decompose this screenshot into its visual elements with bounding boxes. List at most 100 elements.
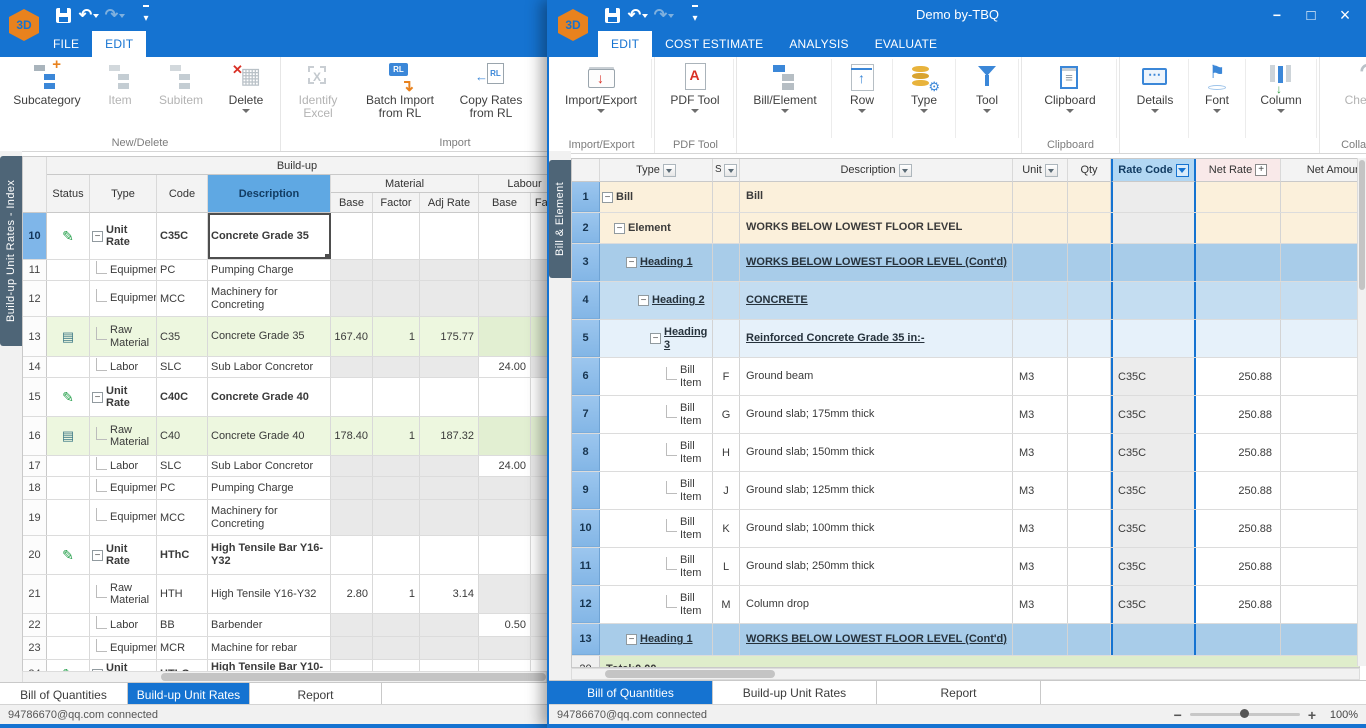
collapse-icon[interactable] — [638, 295, 649, 306]
column-header-type[interactable]: Type — [600, 159, 713, 182]
row-number[interactable]: 13 — [572, 624, 600, 655]
customize-toolbar-icon[interactable] — [684, 4, 706, 26]
ribbon-button-copy-rates-from-other-project[interactable]: Copy Rates from Other Project — [535, 59, 547, 136]
collapse-icon[interactable] — [92, 231, 103, 242]
tab-edit[interactable]: EDIT — [92, 31, 146, 57]
customize-toolbar-icon[interactable] — [135, 4, 157, 26]
ribbon-button-copy-rates-from-rl[interactable]: Copy Rates from RL — [447, 59, 535, 136]
row-number[interactable]: 3 — [572, 244, 600, 281]
row-number[interactable]: 2 — [572, 213, 600, 243]
zoom-out-icon[interactable]: − — [1174, 707, 1182, 723]
expand-column-icon[interactable] — [1255, 164, 1267, 176]
redo-icon[interactable] — [653, 4, 675, 26]
ribbon-button-bill-element[interactable]: Bill/Element — [739, 59, 832, 138]
collapse-icon[interactable] — [614, 223, 625, 234]
right-vscroll-thumb[interactable] — [1359, 160, 1365, 290]
right-hscroll-thumb[interactable] — [605, 670, 775, 678]
collapse-icon[interactable] — [92, 392, 103, 403]
redo-icon[interactable] — [104, 4, 126, 26]
zoom-in-icon[interactable]: + — [1308, 707, 1316, 723]
ribbon-button-clipboard[interactable]: Clipboard — [1024, 59, 1117, 138]
row-number[interactable]: 12 — [23, 281, 47, 316]
column-header-factor[interactable]: Factor — [373, 193, 420, 213]
row-number[interactable]: 5 — [572, 320, 600, 357]
ribbon-button-font[interactable]: Font — [1189, 59, 1246, 138]
column-header-type[interactable]: Type — [90, 175, 157, 213]
zoom-slider[interactable] — [1190, 713, 1300, 716]
side-tab-bill-and-element[interactable]: Bill & Element — [549, 160, 571, 278]
row-number[interactable]: 10 — [572, 510, 600, 547]
row-number[interactable]: 4 — [572, 282, 600, 319]
minimize-icon[interactable] — [1264, 4, 1290, 26]
row-number[interactable]: 7 — [572, 396, 600, 433]
row-number[interactable]: 10 — [23, 213, 47, 259]
filter-dropdown-icon[interactable] — [1045, 164, 1058, 177]
row-number[interactable]: 11 — [572, 548, 600, 585]
collapse-icon[interactable] — [626, 634, 637, 645]
row-number[interactable]: 1 — [572, 182, 600, 212]
row-number[interactable]: 17 — [23, 456, 47, 476]
save-icon[interactable] — [52, 4, 74, 26]
row-number[interactable]: 11 — [23, 260, 47, 280]
row-number[interactable]: 8 — [572, 434, 600, 471]
column-header-base[interactable]: Base — [479, 193, 531, 213]
collapse-icon[interactable] — [626, 257, 637, 268]
view-tab-build-up-unit-rates[interactable]: Build-up Unit Rates — [713, 681, 877, 706]
column-header-net-amount[interactable]: Net Amount — [1281, 159, 1360, 182]
column-header-description[interactable]: Description — [740, 159, 1013, 182]
ribbon-button-import-export[interactable]: Import/Export — [551, 59, 652, 138]
filter-dropdown-icon[interactable] — [724, 164, 737, 177]
row-number[interactable]: 9 — [572, 472, 600, 509]
column-header-factor[interactable]: Factor — [531, 193, 547, 213]
view-tab-report[interactable]: Report — [877, 681, 1041, 706]
undo-icon[interactable] — [78, 4, 100, 26]
filter-funnel-icon[interactable] — [1176, 164, 1189, 177]
ribbon-button-batch-import-from-rl[interactable]: Batch Import from RL — [353, 59, 447, 136]
maximize-icon[interactable] — [1298, 4, 1324, 26]
column-header-qty[interactable]: Qty — [1068, 159, 1111, 182]
zoom-slider-handle[interactable] — [1240, 709, 1249, 718]
column-header-rate-code[interactable]: Rate Code — [1111, 159, 1196, 182]
collapse-icon[interactable] — [92, 550, 103, 561]
row-number[interactable]: 22 — [23, 614, 47, 636]
column-header-status[interactable]: Status — [47, 175, 90, 213]
column-header-net-rate[interactable]: Net Rate — [1196, 159, 1281, 182]
right-horizontal-scrollbar[interactable] — [571, 668, 1360, 680]
side-tab-buildup-unit-rates-index[interactable]: Build-up Unit Rates - Index — [0, 156, 22, 346]
tab-cost-estimate[interactable]: COST ESTIMATE — [652, 31, 776, 57]
tab-edit[interactable]: EDIT — [598, 31, 652, 57]
ribbon-button-pdf-tool[interactable]: PDF Tool — [657, 59, 734, 138]
row-number[interactable]: 19 — [23, 500, 47, 535]
column-header-s-n[interactable]: S/N — [713, 159, 740, 182]
ribbon-button-subcategory[interactable]: Subcategory — [2, 59, 92, 136]
column-header-description[interactable]: Description — [208, 175, 331, 213]
ribbon-button-tool[interactable]: Tool — [956, 59, 1019, 138]
close-icon[interactable] — [1332, 4, 1358, 26]
right-vertical-scrollbar[interactable] — [1357, 158, 1366, 666]
save-icon[interactable] — [601, 4, 623, 26]
column-header-unit[interactable]: Unit — [1013, 159, 1068, 182]
tab-file[interactable]: FILE — [40, 31, 92, 57]
row-number[interactable]: 14 — [23, 357, 47, 377]
view-tab-bill-of-quantities[interactable]: Bill of Quantities — [549, 681, 713, 706]
column-header-adj-rate[interactable]: Adj Rate — [420, 193, 479, 213]
row-number[interactable]: 20 — [23, 536, 47, 574]
row-number[interactable]: 15 — [23, 378, 47, 416]
row-number[interactable]: 21 — [23, 575, 47, 613]
description-cell[interactable]: Concrete Grade 35 — [208, 213, 331, 259]
filter-dropdown-icon[interactable] — [663, 164, 676, 177]
collapse-icon[interactable] — [650, 333, 661, 344]
row-number[interactable]: 23 — [23, 637, 47, 659]
undo-icon[interactable] — [627, 4, 649, 26]
left-hscroll-thumb[interactable] — [161, 673, 546, 681]
tab-evaluate[interactable]: EVALUATE — [862, 31, 951, 57]
ribbon-button-details[interactable]: Details — [1122, 59, 1189, 138]
tab-analysis[interactable]: ANALYSIS — [776, 31, 861, 57]
collapse-icon[interactable] — [602, 192, 613, 203]
row-number[interactable]: 18 — [23, 477, 47, 499]
column-header-base[interactable]: Base — [331, 193, 373, 213]
filter-dropdown-icon[interactable] — [899, 164, 912, 177]
row-number[interactable]: 12 — [572, 586, 600, 623]
ribbon-button-row[interactable]: Row — [832, 59, 893, 138]
ribbon-button-column[interactable]: Column — [1246, 59, 1317, 138]
